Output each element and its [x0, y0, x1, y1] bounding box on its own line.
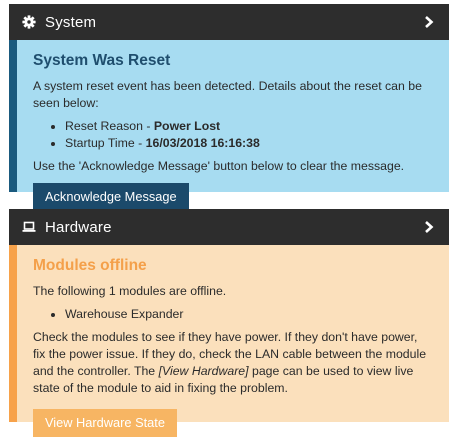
reset-details-list: Reset Reason - Power Lost Startup Time -…: [33, 118, 433, 152]
acknowledge-message-button[interactable]: Acknowledge Message: [33, 183, 189, 211]
hardware-panel-header[interactable]: Hardware: [9, 209, 449, 245]
hardware-panel-title: Hardware: [45, 218, 112, 236]
view-hardware-link[interactable]: [View Hardware]: [159, 364, 249, 378]
hardware-message-intro: The following 1 modules are offline.: [33, 284, 227, 298]
offline-modules-list: Warehouse Expander: [33, 306, 433, 323]
system-message-title: System Was Reset: [33, 52, 171, 69]
chevron-right-icon[interactable]: [421, 219, 437, 235]
system-message-outro: Use the 'Acknowledge Message' button bel…: [33, 159, 405, 173]
view-hardware-state-button[interactable]: View Hardware State: [33, 409, 177, 437]
system-message-intro: A system reset event has been detected. …: [33, 79, 422, 110]
system-panel: System System Was Reset A system reset e…: [9, 4, 449, 211]
system-accent-stripe: [9, 40, 17, 192]
list-item: Warehouse Expander: [65, 306, 433, 323]
system-panel-body: System Was Reset A system reset event ha…: [9, 40, 449, 211]
gear-icon: [21, 14, 37, 30]
system-panel-title: System: [45, 13, 97, 31]
reset-reason-value: Power Lost: [153, 119, 221, 133]
hardware-message-title: Modules offline: [33, 257, 147, 274]
list-item: Reset Reason - Power Lost: [65, 118, 433, 135]
hardware-panel-body: Modules offline The following 1 modules …: [9, 245, 449, 437]
hardware-accent-stripe: [9, 245, 17, 422]
startup-time-value: 16/03/2018 16:16:38: [145, 136, 260, 150]
hardware-panel: Hardware Modules offline The following 1…: [9, 209, 449, 437]
list-item: Startup Time - 16/03/2018 16:16:38: [65, 135, 433, 152]
hardware-message-instructions: Check the modules to see if they have po…: [33, 329, 433, 397]
list-item-label: Reset Reason -: [65, 119, 154, 133]
system-panel-header[interactable]: System: [9, 4, 449, 40]
laptop-icon: [21, 219, 37, 235]
chevron-right-icon[interactable]: [421, 14, 437, 30]
list-item-label: Startup Time -: [65, 136, 146, 150]
